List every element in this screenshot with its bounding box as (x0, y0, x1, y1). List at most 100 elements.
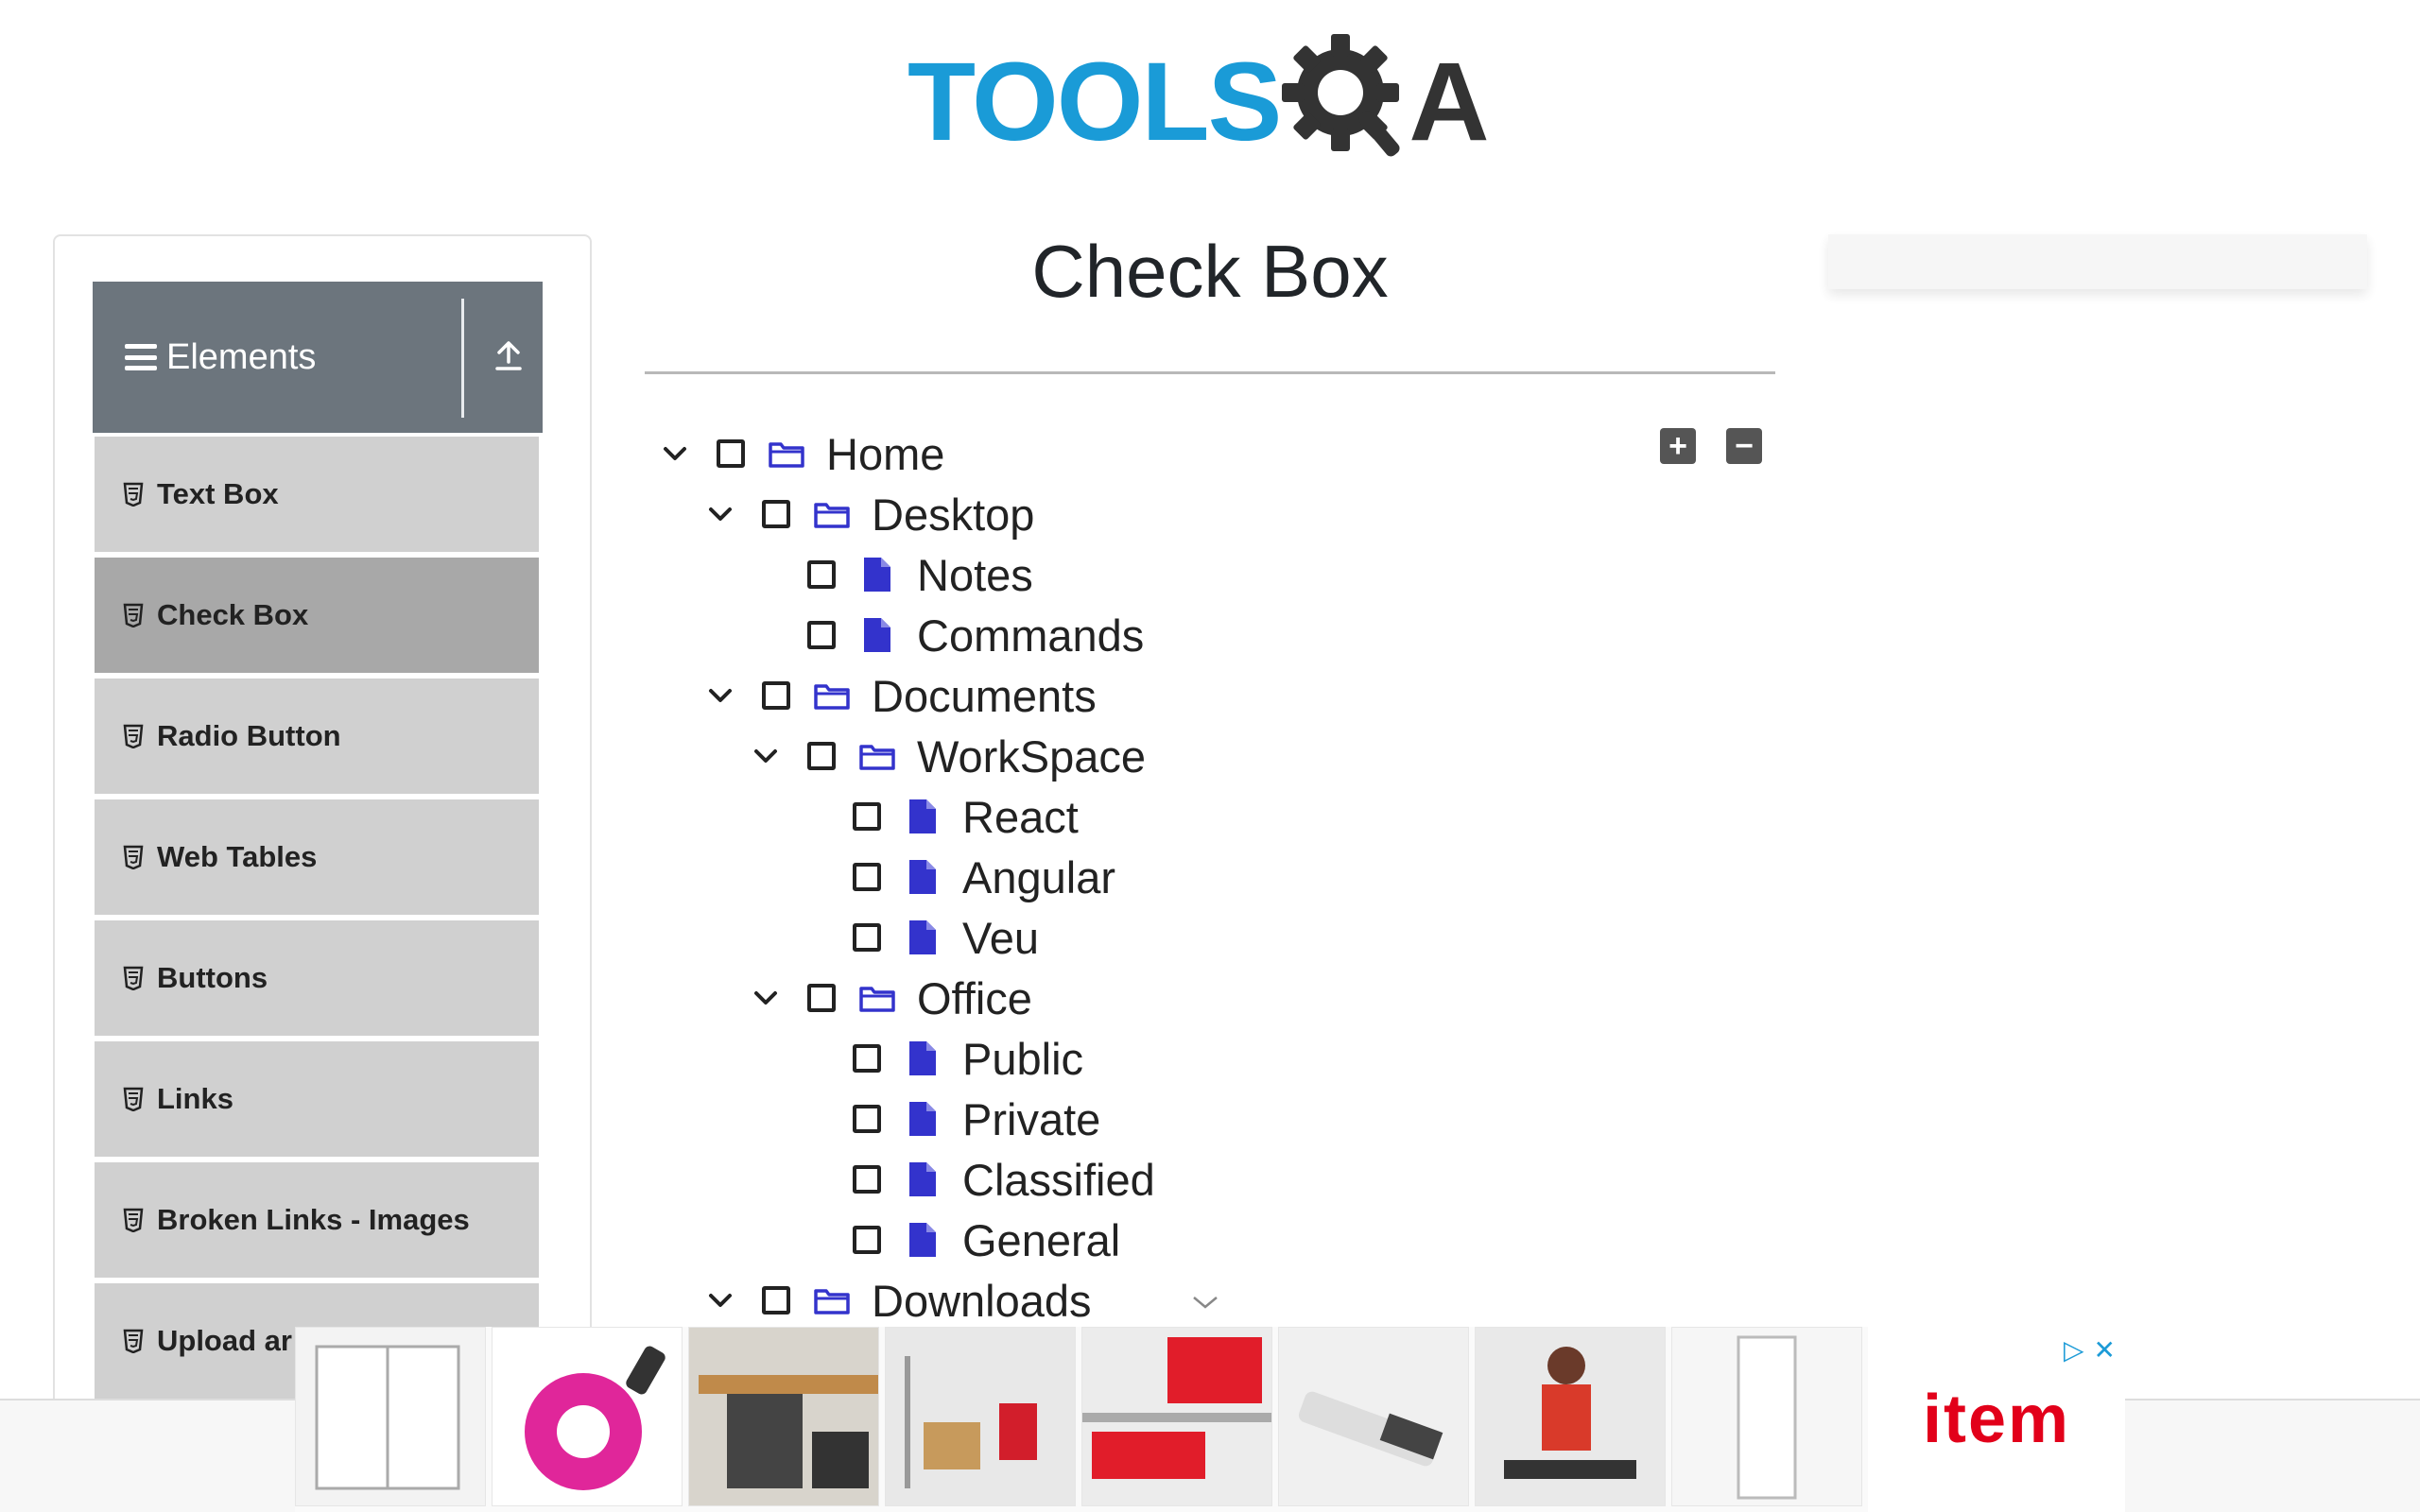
folder-icon (811, 1281, 853, 1319)
chevron-down-icon[interactable] (705, 680, 735, 711)
tree-node-label[interactable]: Angular (962, 851, 1115, 903)
collapse-all-button[interactable]: − (1726, 428, 1762, 464)
logo-text-a: A (1409, 40, 1490, 164)
expand-all-button[interactable]: + (1660, 428, 1696, 464)
file-icon (902, 1100, 943, 1138)
html5-icon (123, 724, 144, 748)
tree-node-label[interactable]: Documents (872, 670, 1097, 722)
chevron-down-icon[interactable] (751, 741, 781, 771)
tree-node-veu: Veu (796, 907, 1039, 968)
tree-node-label[interactable]: Public (962, 1033, 1083, 1085)
tree-node-label[interactable]: Downloads (872, 1275, 1092, 1327)
tree-node-classified: Classified (796, 1149, 1155, 1210)
ad-tile-connector[interactable] (1278, 1327, 1469, 1506)
html5-icon (123, 603, 144, 627)
tree-node-label[interactable]: Notes (917, 549, 1033, 601)
ad-badge[interactable]: ▷ ✕ (2064, 1334, 2116, 1366)
sidebar-item-label: Buttons (157, 961, 268, 994)
group-header-divider (461, 299, 464, 418)
sidebar-item-web-tables[interactable]: Web Tables (95, 799, 539, 915)
tree-node-label[interactable]: Office (917, 972, 1032, 1024)
checkbox-public[interactable] (853, 1044, 881, 1073)
tree-node-documents: Documents (705, 665, 1097, 726)
group-title: Elements (166, 336, 317, 377)
sidebar-item-links[interactable]: Links (95, 1041, 539, 1157)
checkbox-home[interactable] (717, 439, 745, 468)
adchoices-icon[interactable]: ▷ (2064, 1334, 2084, 1366)
ad-tile-conveyor[interactable] (1081, 1327, 1272, 1506)
tree-node-label[interactable]: Home (826, 428, 944, 480)
minus-icon: − (1735, 428, 1754, 464)
elements-group-header[interactable]: Elements (93, 282, 543, 433)
scroll-down-chevron-icon[interactable] (1191, 1291, 1219, 1314)
checkbox-veu[interactable] (853, 923, 881, 952)
folder-icon (766, 435, 807, 472)
tree-node-label[interactable]: Desktop (872, 489, 1034, 541)
checkbox-workspace[interactable] (807, 742, 836, 770)
checkbox-classified[interactable] (853, 1165, 881, 1194)
checkbox-office[interactable] (807, 984, 836, 1012)
folder-icon (856, 737, 898, 775)
checkbox-notes[interactable] (807, 560, 836, 589)
tree-node-general: General (796, 1210, 1120, 1270)
tree-node-label[interactable]: Commands (917, 610, 1144, 662)
checkbox-private[interactable] (853, 1105, 881, 1133)
html5-icon (123, 966, 144, 990)
title-divider (645, 371, 1775, 374)
sidebar-item-radio-button[interactable]: Radio Button (95, 679, 539, 794)
checkbox-downloads[interactable] (762, 1286, 790, 1314)
checkbox-general[interactable] (853, 1226, 881, 1254)
checkbox-commands[interactable] (807, 621, 836, 649)
html5-icon (123, 1329, 144, 1353)
sidebar-item-broken-links-images[interactable]: Broken Links - Images (95, 1162, 539, 1278)
file-icon (902, 919, 943, 956)
sidebar-item-check-box[interactable]: Check Box (95, 558, 539, 673)
html5-icon (123, 482, 144, 507)
ad-brand-name: item (1922, 1382, 2071, 1457)
tree-node-commands: Commands (751, 605, 1144, 665)
logo-text-tools: TOOLS (908, 40, 1282, 164)
chevron-down-icon[interactable] (705, 1285, 735, 1315)
tree-node-label[interactable]: General (962, 1214, 1120, 1266)
checkbox-react[interactable] (853, 802, 881, 831)
tree-node-label[interactable]: Classified (962, 1154, 1155, 1206)
bottom-ad[interactable]: item ▷ ✕ (295, 1327, 2125, 1512)
file-icon (902, 1160, 943, 1198)
chevron-down-icon[interactable] (705, 499, 735, 529)
chevron-down-icon[interactable] (751, 983, 781, 1013)
checkbox-documents[interactable] (762, 681, 790, 710)
file-icon (902, 858, 943, 896)
top-ad-banner[interactable] (1828, 234, 2367, 289)
tree-node-label[interactable]: React (962, 791, 1079, 843)
tree-node-label[interactable]: Veu (962, 912, 1039, 964)
tree-node-label[interactable]: Private (962, 1093, 1100, 1145)
tree-node-label[interactable]: WorkSpace (917, 730, 1146, 782)
ad-tile-eyebolt[interactable] (492, 1327, 683, 1506)
site-logo[interactable]: TOOLS A (908, 26, 1522, 178)
sidebar-item-text-box[interactable]: Text Box (95, 437, 539, 552)
ad-tile-worker[interactable] (1475, 1327, 1666, 1506)
file-icon (902, 1221, 943, 1259)
chevron-down-icon[interactable] (660, 438, 690, 469)
ad-tile-workbench[interactable] (688, 1327, 879, 1506)
file-icon (856, 616, 898, 654)
checkbox-desktop[interactable] (762, 500, 790, 528)
ad-tile-frame[interactable] (1671, 1327, 1862, 1506)
sidebar-item-label: Upload ar (157, 1324, 292, 1357)
ad-tile-partition[interactable] (295, 1327, 486, 1506)
sidebar-item-label: Web Tables (157, 840, 318, 873)
plus-icon: + (1668, 428, 1687, 464)
folder-icon (811, 677, 853, 714)
ad-brand-panel[interactable]: item ▷ ✕ (1868, 1327, 2125, 1512)
tree-node-private: Private (796, 1089, 1100, 1149)
folder-icon (811, 495, 853, 533)
ad-tile-warehouse[interactable] (885, 1327, 1076, 1506)
close-icon[interactable]: ✕ (2094, 1334, 2116, 1366)
file-icon (856, 556, 898, 593)
sidebar-item-buttons[interactable]: Buttons (95, 920, 539, 1036)
html5-icon (123, 1208, 144, 1232)
page-title: Check Box (1031, 230, 1389, 313)
checkbox-angular[interactable] (853, 863, 881, 891)
collapse-arrow-icon[interactable] (490, 336, 527, 374)
folder-icon (856, 979, 898, 1017)
